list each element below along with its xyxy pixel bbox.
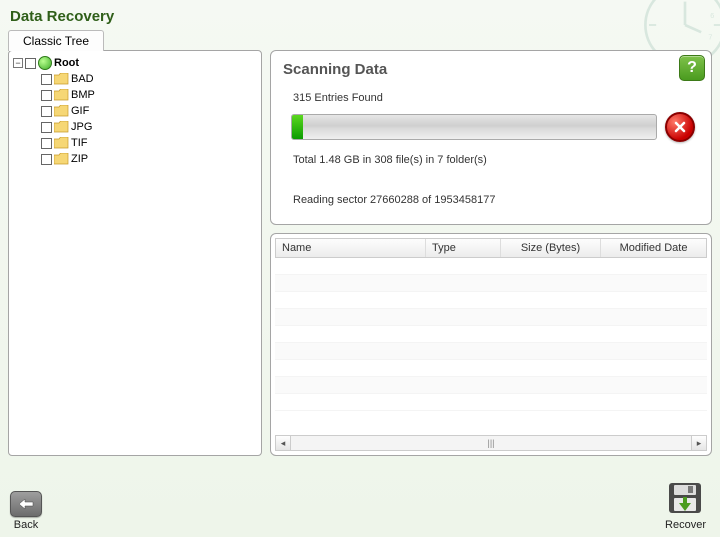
- table-row: [275, 309, 707, 326]
- item-checkbox[interactable]: [41, 138, 52, 149]
- scroll-left-button[interactable]: ◂: [276, 436, 291, 450]
- tree-item-label: JPG: [71, 121, 92, 133]
- tab-classic-tree[interactable]: Classic Tree: [8, 30, 104, 51]
- table-body: [275, 258, 707, 435]
- entries-found: 315 Entries Found: [293, 92, 699, 104]
- tree-item-label: BMP: [71, 89, 95, 101]
- table-row: [275, 394, 707, 411]
- help-button[interactable]: ?: [679, 55, 705, 81]
- folder-icon: [54, 89, 69, 101]
- progress-fill: [292, 115, 303, 139]
- table-row: [275, 377, 707, 394]
- collapse-icon[interactable]: −: [13, 58, 23, 68]
- tree-item[interactable]: BAD: [41, 71, 257, 87]
- table-row: [275, 343, 707, 360]
- column-header[interactable]: Type: [426, 239, 501, 257]
- folder-icon: [54, 121, 69, 133]
- table-header[interactable]: NameTypeSize (Bytes)Modified Date: [275, 238, 707, 258]
- root-label: Root: [54, 57, 79, 69]
- item-checkbox[interactable]: [41, 122, 52, 133]
- table-row: [275, 292, 707, 309]
- scroll-track[interactable]: |||: [291, 438, 691, 448]
- item-checkbox[interactable]: [41, 90, 52, 101]
- footer: Back Recover: [0, 475, 720, 537]
- tab-strip: Classic Tree: [8, 29, 720, 51]
- folder-icon: [54, 73, 69, 85]
- file-table: NameTypeSize (Bytes)Modified Date ◂ ||| …: [270, 233, 712, 456]
- scan-panel: ? Scanning Data 315 Entries Found Total …: [270, 50, 712, 225]
- sector-text: Reading sector 27660288 of 1953458177: [293, 194, 699, 206]
- column-header[interactable]: Modified Date: [601, 239, 706, 257]
- item-checkbox[interactable]: [41, 74, 52, 85]
- back-button[interactable]: Back: [10, 491, 42, 531]
- scroll-right-button[interactable]: ▸: [691, 436, 706, 450]
- tree-item-label: ZIP: [71, 153, 88, 165]
- item-checkbox[interactable]: [41, 154, 52, 165]
- tree-root-row[interactable]: − Root: [13, 55, 257, 71]
- tree-item-label: GIF: [71, 105, 89, 117]
- root-checkbox[interactable]: [25, 58, 36, 69]
- globe-icon: [38, 56, 52, 70]
- tree-item-label: BAD: [71, 73, 94, 85]
- back-label: Back: [10, 519, 42, 531]
- recover-button[interactable]: Recover: [665, 481, 706, 531]
- cancel-button[interactable]: [665, 112, 695, 142]
- floppy-save-icon: [665, 481, 705, 517]
- item-checkbox[interactable]: [41, 106, 52, 117]
- table-row: [275, 326, 707, 343]
- tree-item[interactable]: JPG: [41, 119, 257, 135]
- tree-item[interactable]: GIF: [41, 103, 257, 119]
- total-text: Total 1.48 GB in 308 file(s) in 7 folder…: [293, 154, 699, 166]
- table-row: [275, 258, 707, 275]
- column-header[interactable]: Name: [276, 239, 426, 257]
- tree-item-label: TIF: [71, 137, 88, 149]
- close-icon: [673, 120, 687, 134]
- scan-title: Scanning Data: [283, 61, 699, 78]
- tree-panel: − Root BAD BMP GIF JPG TIF ZIP: [8, 50, 262, 456]
- tree-item[interactable]: TIF: [41, 135, 257, 151]
- column-header[interactable]: Size (Bytes): [501, 239, 601, 257]
- horizontal-scrollbar[interactable]: ◂ ||| ▸: [275, 435, 707, 451]
- table-row: [275, 275, 707, 292]
- folder-icon: [54, 105, 69, 117]
- table-row: [275, 360, 707, 377]
- progress-bar: [291, 114, 657, 140]
- page-title: Data Recovery: [0, 0, 720, 29]
- tree-item[interactable]: BMP: [41, 87, 257, 103]
- tree-item[interactable]: ZIP: [41, 151, 257, 167]
- folder-icon: [54, 153, 69, 165]
- recover-label: Recover: [665, 519, 706, 531]
- folder-icon: [54, 137, 69, 149]
- back-arrow-icon: [10, 491, 42, 517]
